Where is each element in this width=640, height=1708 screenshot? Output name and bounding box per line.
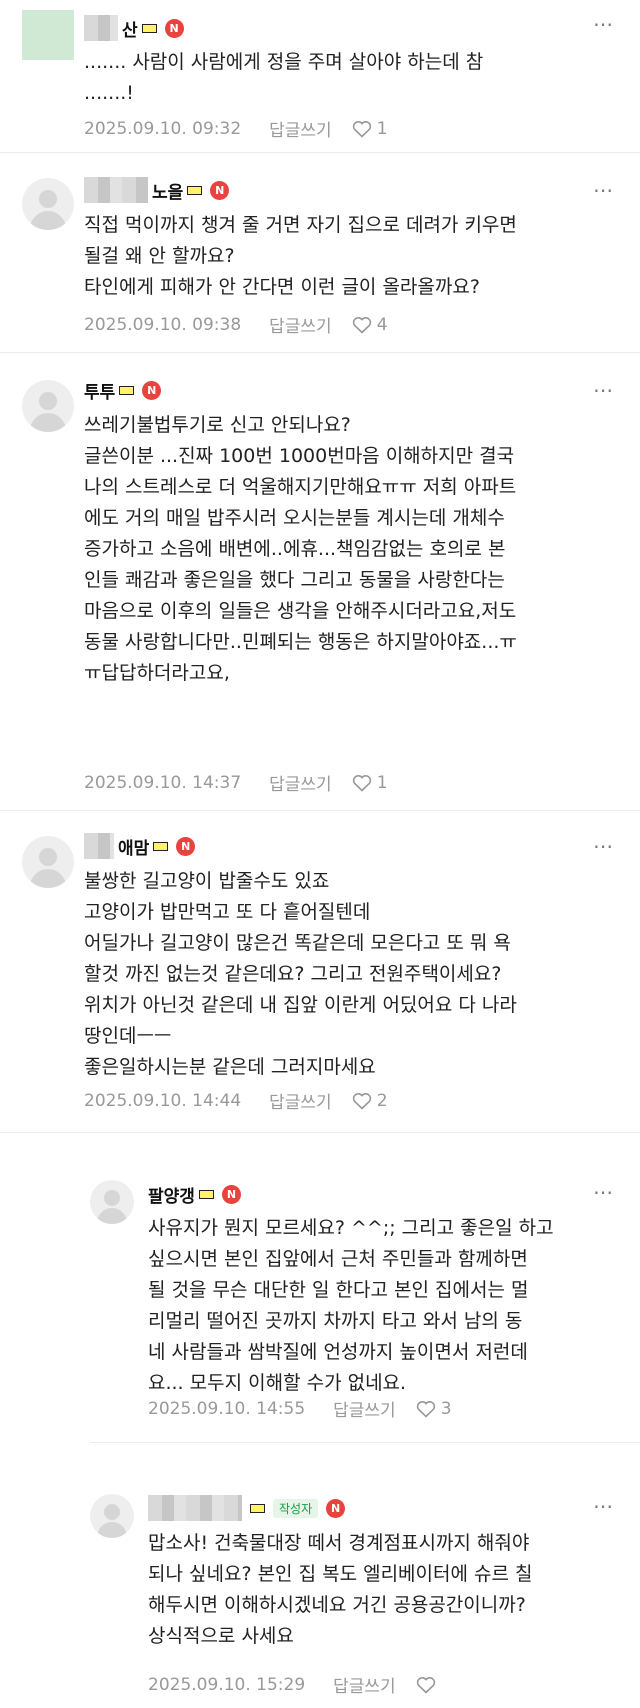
heart-icon <box>352 120 372 138</box>
comment-text: 직접 먹이까지 챙겨 줄 거면 자기 집으로 데려가 키우면 될걸 왜 안 할까… <box>84 214 517 298</box>
member-grade-icon <box>250 1503 265 1513</box>
comment-text: 불쌍한 길고양이 밥줄수도 있죠 고양이가 밥만먹고 또 다 흩어질텐데 어딜가… <box>84 870 517 1078</box>
comment-author-name[interactable]: 투투 <box>84 378 115 403</box>
new-badge-icon: N <box>210 180 230 200</box>
more-dots-icon[interactable]: ⋯ <box>593 1494 614 1518</box>
default-avatar-icon[interactable] <box>90 1494 134 1538</box>
avatar[interactable] <box>22 10 74 60</box>
comment-date: 2025.09.10. 14:44 <box>84 1090 242 1111</box>
more-dots-icon[interactable]: ⋯ <box>593 12 614 36</box>
new-badge-icon: N <box>176 836 196 856</box>
comment-author-name[interactable]: 산 <box>122 16 138 41</box>
default-avatar-icon[interactable] <box>22 178 74 230</box>
member-grade-icon <box>187 185 203 195</box>
like-button[interactable]: 1 <box>352 773 388 793</box>
new-badge-icon: N <box>164 18 184 38</box>
comment-meta: 2025.09.10. 15:29 답글쓰기 <box>148 1672 441 1697</box>
divider <box>0 152 640 153</box>
like-count: 3 <box>440 1398 452 1419</box>
comment-date: 2025.09.10. 14:37 <box>84 772 242 793</box>
comment-meta: 2025.09.10. 14:55 답글쓰기 3 <box>148 1396 452 1422</box>
heart-icon <box>416 1400 436 1418</box>
reply-button[interactable]: 답글쓰기 <box>333 1396 396 1421</box>
heart-icon <box>352 316 372 334</box>
more-dots-icon[interactable]: ⋯ <box>593 834 614 858</box>
comment-author-row: 투투 N <box>84 376 162 404</box>
comment-text: 맙소사! 건축물대장 떼서 경계점표시까지 해줘야 되나 싶네요? 본인 집 복… <box>148 1532 533 1647</box>
comment-author-row: 노을 N <box>84 176 230 204</box>
like-count: 1 <box>376 118 388 139</box>
comment-author-name[interactable]: 팔양갱 <box>148 1182 195 1207</box>
comment-author-row: 작성자 N <box>148 1494 346 1522</box>
divider <box>0 352 640 353</box>
like-button[interactable] <box>416 1676 441 1694</box>
like-button[interactable]: 2 <box>352 1091 388 1111</box>
comment-author-name[interactable]: 노을 <box>152 178 183 203</box>
new-badge-icon: N <box>142 380 162 400</box>
heart-icon <box>352 1092 372 1110</box>
reply-button[interactable]: 답글쓰기 <box>333 1672 396 1697</box>
redacted-name-blur <box>84 15 118 41</box>
comment-date: 2025.09.10. 15:29 <box>148 1674 306 1695</box>
reply-button[interactable]: 답글쓰기 <box>269 1088 332 1113</box>
comment-meta: 2025.09.10. 14:44 답글쓰기 2 <box>84 1088 388 1114</box>
reply-button[interactable]: 답글쓰기 <box>269 770 332 795</box>
comment-meta: 2025.09.10. 09:38 답글쓰기 4 <box>84 312 388 338</box>
member-grade-icon <box>119 385 135 395</box>
comment-author-row: 산 N <box>84 14 184 42</box>
comment-text: ....... 사람이 사람에게 정을 주며 살아야 하는데 참 .......… <box>84 51 484 104</box>
comment-meta: 2025.09.10. 09:32 답글쓰기 1 <box>84 116 388 142</box>
default-avatar-icon[interactable] <box>22 380 74 432</box>
heart-icon <box>416 1676 436 1694</box>
reply-button[interactable]: 답글쓰기 <box>269 116 332 141</box>
like-button[interactable]: 3 <box>416 1399 452 1419</box>
reply-button[interactable]: 답글쓰기 <box>269 312 332 337</box>
heart-icon <box>352 774 372 792</box>
more-dots-icon[interactable]: ⋯ <box>593 178 614 202</box>
like-button[interactable]: 1 <box>352 119 388 139</box>
redacted-name-blur <box>84 177 148 203</box>
comment-text: 사유지가 뭔지 모르세요? ^^;; 그리고 좋은일 하고 싶으시면 본인 집앞… <box>148 1217 554 1394</box>
divider <box>0 810 640 811</box>
member-grade-icon <box>198 1189 214 1199</box>
comment-author-row: 팔양갱 N <box>148 1180 241 1208</box>
comment-text: 쓰레기불법투기로 신고 안되나요? 글쓴이분 ...진짜 100번 1000번마… <box>84 414 517 684</box>
like-count: 2 <box>376 1090 388 1111</box>
more-dots-icon[interactable]: ⋯ <box>593 1180 614 1204</box>
divider <box>90 1442 640 1443</box>
default-avatar-icon[interactable] <box>22 836 74 888</box>
like-button[interactable]: 4 <box>352 315 388 335</box>
comment-date: 2025.09.10. 09:38 <box>84 314 242 335</box>
comment-author-row: 애맘 N <box>84 832 196 860</box>
comment-date: 2025.09.10. 14:55 <box>148 1398 306 1419</box>
default-avatar-icon[interactable] <box>90 1180 134 1224</box>
new-badge-icon: N <box>221 1184 241 1204</box>
comment-author-name[interactable]: 애맘 <box>118 834 149 859</box>
like-count: 4 <box>376 314 388 335</box>
new-badge-icon: N <box>326 1498 346 1518</box>
like-count: 1 <box>376 772 388 793</box>
redacted-name-blur <box>148 1495 242 1521</box>
member-grade-icon <box>141 23 157 33</box>
comment-meta: 2025.09.10. 14:37 답글쓰기 1 <box>84 770 388 796</box>
more-dots-icon[interactable]: ⋯ <box>593 378 614 402</box>
redacted-name-blur <box>84 833 114 859</box>
member-grade-icon <box>153 841 169 851</box>
divider <box>0 1132 640 1133</box>
author-tag: 작성자 <box>273 1498 319 1518</box>
comment-date: 2025.09.10. 09:32 <box>84 118 242 139</box>
